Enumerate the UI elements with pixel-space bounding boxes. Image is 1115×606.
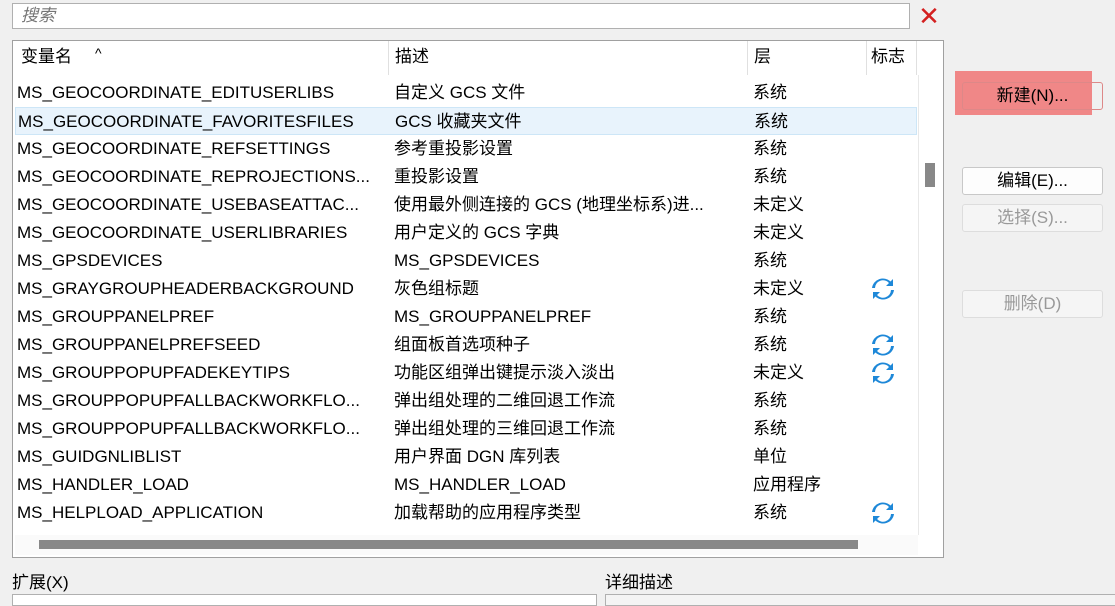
table-row[interactable]: MS_GUIDGNLIBLIST 用户界面 DGN 库列表 单位: [15, 443, 917, 471]
variable-name: MS_GROUPPANELPREFSEED: [17, 335, 261, 354]
variable-layer: 单位: [753, 447, 787, 466]
variable-layer: 未定义: [753, 279, 804, 298]
variable-description: 弹出组处理的三维回退工作流: [394, 419, 615, 438]
edit-button[interactable]: 编辑(E)...: [962, 167, 1103, 195]
sync-icon: [871, 333, 895, 357]
vertical-scrollbar-thumb[interactable]: [925, 163, 935, 187]
variable-description: 用户定义的 GCS 字典: [394, 223, 560, 242]
variable-name: MS_GPSDEVICES: [17, 251, 163, 270]
variable-layer: 未定义: [753, 195, 804, 214]
variable-description: GCS 收藏夹文件: [395, 112, 522, 131]
table-row[interactable]: MS_GROUPPOPUPFALLBACKWORKFLO... 弹出组处理的三维回…: [15, 415, 917, 443]
variable-description: MS_HANDLER_LOAD: [394, 475, 566, 494]
column-header-layer[interactable]: 层: [748, 41, 867, 75]
variable-description: 用户界面 DGN 库列表: [394, 447, 561, 466]
variable-description: 重投影设置: [394, 167, 479, 186]
variable-description: 自定义 GCS 文件: [394, 83, 526, 102]
detail-field: [605, 594, 1115, 606]
variable-layer: 系统: [753, 419, 787, 438]
variable-description: 灰色组标题: [394, 279, 479, 298]
sync-icon: [871, 361, 895, 385]
horizontal-scrollbar-thumb[interactable]: [39, 540, 858, 549]
delete-button[interactable]: 删除(D): [962, 290, 1103, 318]
table-row[interactable]: MS_GEOCOORDINATE_EDITUSERLIBS 自定义 GCS 文件 系…: [15, 79, 917, 107]
column-header-name[interactable]: 变量名 ^: [15, 41, 389, 75]
table-row[interactable]: MS_GRAYGROUPHEADERBACKGROUND 灰色组标题 未定义: [15, 275, 917, 303]
variable-description: MS_GPSDEVICES: [394, 251, 540, 270]
variable-name: MS_GEOCOORDINATE_USEBASEATTAC...: [17, 195, 359, 214]
variable-name: MS_GEOCOORDINATE_USERLIBRARIES: [17, 223, 348, 242]
sync-icon: [871, 501, 895, 525]
variable-name: MS_GRAYGROUPHEADERBACKGROUND: [17, 279, 354, 298]
sync-icon: [871, 277, 895, 301]
variable-layer: 系统: [754, 112, 788, 131]
expand-label: 扩展(X): [12, 573, 69, 592]
expand-field[interactable]: [12, 594, 597, 606]
variable-name: MS_HANDLER_LOAD: [17, 475, 189, 494]
variable-layer: 系统: [753, 139, 787, 158]
table-row[interactable]: MS_GEOCOORDINATE_USERLIBRARIES 用户定义的 GCS …: [15, 219, 917, 247]
header-label: 变量名: [21, 47, 72, 66]
variable-description: 弹出组处理的二维回退工作流: [394, 391, 615, 410]
vertical-scrollbar[interactable]: [918, 75, 943, 535]
variable-layer: 系统: [753, 251, 787, 270]
variable-name: MS_GEOCOORDINATE_REPROJECTIONS...: [17, 167, 370, 186]
variable-layer: 应用程序: [753, 475, 821, 494]
select-button[interactable]: 选择(S)...: [962, 204, 1103, 232]
variable-name: MS_GUIDGNLIBLIST: [17, 447, 182, 466]
variable-layer: 系统: [753, 307, 787, 326]
search-input[interactable]: [12, 3, 910, 29]
variable-layer: 未定义: [753, 223, 804, 242]
clear-search-icon[interactable]: ✕: [917, 3, 941, 29]
column-header-description[interactable]: 描述: [389, 41, 748, 75]
table-row[interactable]: MS_GEOCOORDINATE_REFSETTINGS 参考重投影设置 系统: [15, 135, 917, 163]
variable-layer: 系统: [753, 83, 787, 102]
variable-description: 功能区组弹出键提示淡入淡出: [394, 363, 615, 382]
variable-name: MS_GEOCOORDINATE_FAVORITESFILES: [18, 112, 354, 131]
variable-description: MS_GROUPPANELPREF: [394, 307, 592, 326]
table-row[interactable]: MS_GEOCOORDINATE_FAVORITESFILES GCS 收藏夹文件…: [15, 107, 917, 135]
variable-name: MS_GROUPPOPUPFALLBACKWORKFLO...: [17, 419, 360, 438]
table-row[interactable]: MS_HANDLER_LOAD MS_HANDLER_LOAD 应用程序: [15, 471, 917, 499]
column-header-flag[interactable]: 标志: [867, 41, 917, 75]
table-row[interactable]: MS_GROUPPOPUPFADEKEYTIPS 功能区组弹出键提示淡入淡出 未定义: [15, 359, 917, 387]
new-button[interactable]: 新建(N)...: [962, 82, 1103, 110]
table-row[interactable]: MS_GROUPPOPUPFALLBACKWORKFLO... 弹出组处理的二维回…: [15, 387, 917, 415]
table-row[interactable]: MS_GEOCOORDINATE_USEBASEATTAC... 使用最外侧连接的…: [15, 191, 917, 219]
variable-name: MS_GEOCOORDINATE_EDITUSERLIBS: [17, 83, 335, 102]
sort-ascending-icon: ^: [95, 45, 102, 61]
variable-name: MS_GROUPPOPUPFALLBACKWORKFLO...: [17, 391, 360, 410]
table-row[interactable]: MS_GPSDEVICES MS_GPSDEVICES 系统: [15, 247, 917, 275]
variable-layer: 系统: [753, 335, 787, 354]
table-row[interactable]: MS_HELPLOAD_APPLICATION 加载帮助的应用程序类型 系统: [15, 499, 917, 527]
variable-layer: 系统: [753, 167, 787, 186]
table-row[interactable]: MS_GROUPPANELPREF MS_GROUPPANELPREF 系统: [15, 303, 917, 331]
variable-layer: 未定义: [753, 363, 804, 382]
variable-name: MS_GROUPPOPUPFADEKEYTIPS: [17, 363, 291, 382]
variable-layer: 系统: [753, 391, 787, 410]
variable-name: MS_HELPLOAD_APPLICATION: [17, 503, 264, 522]
detail-label: 详细描述: [605, 573, 673, 592]
variable-description: 使用最外侧连接的 GCS (地理坐标系)进...: [394, 195, 704, 214]
horizontal-scrollbar[interactable]: [15, 535, 918, 555]
table-row[interactable]: MS_GROUPPANELPREFSEED 组面板首选项种子 系统: [15, 331, 917, 359]
table-row[interactable]: MS_GEOCOORDINATE_REPROJECTIONS... 重投影设置 系统: [15, 163, 917, 191]
variable-description: 加载帮助的应用程序类型: [394, 503, 581, 522]
variable-description: 组面板首选项种子: [394, 335, 530, 354]
variable-list[interactable]: 变量名 ^ 描述 层 标志 MS_GEOCOORDINATE_EDITUSERLI…: [12, 40, 944, 558]
variable-name: MS_GROUPPANELPREF: [17, 307, 215, 326]
variable-layer: 系统: [753, 503, 787, 522]
variable-description: 参考重投影设置: [394, 139, 513, 158]
variable-name: MS_GEOCOORDINATE_REFSETTINGS: [17, 139, 331, 158]
